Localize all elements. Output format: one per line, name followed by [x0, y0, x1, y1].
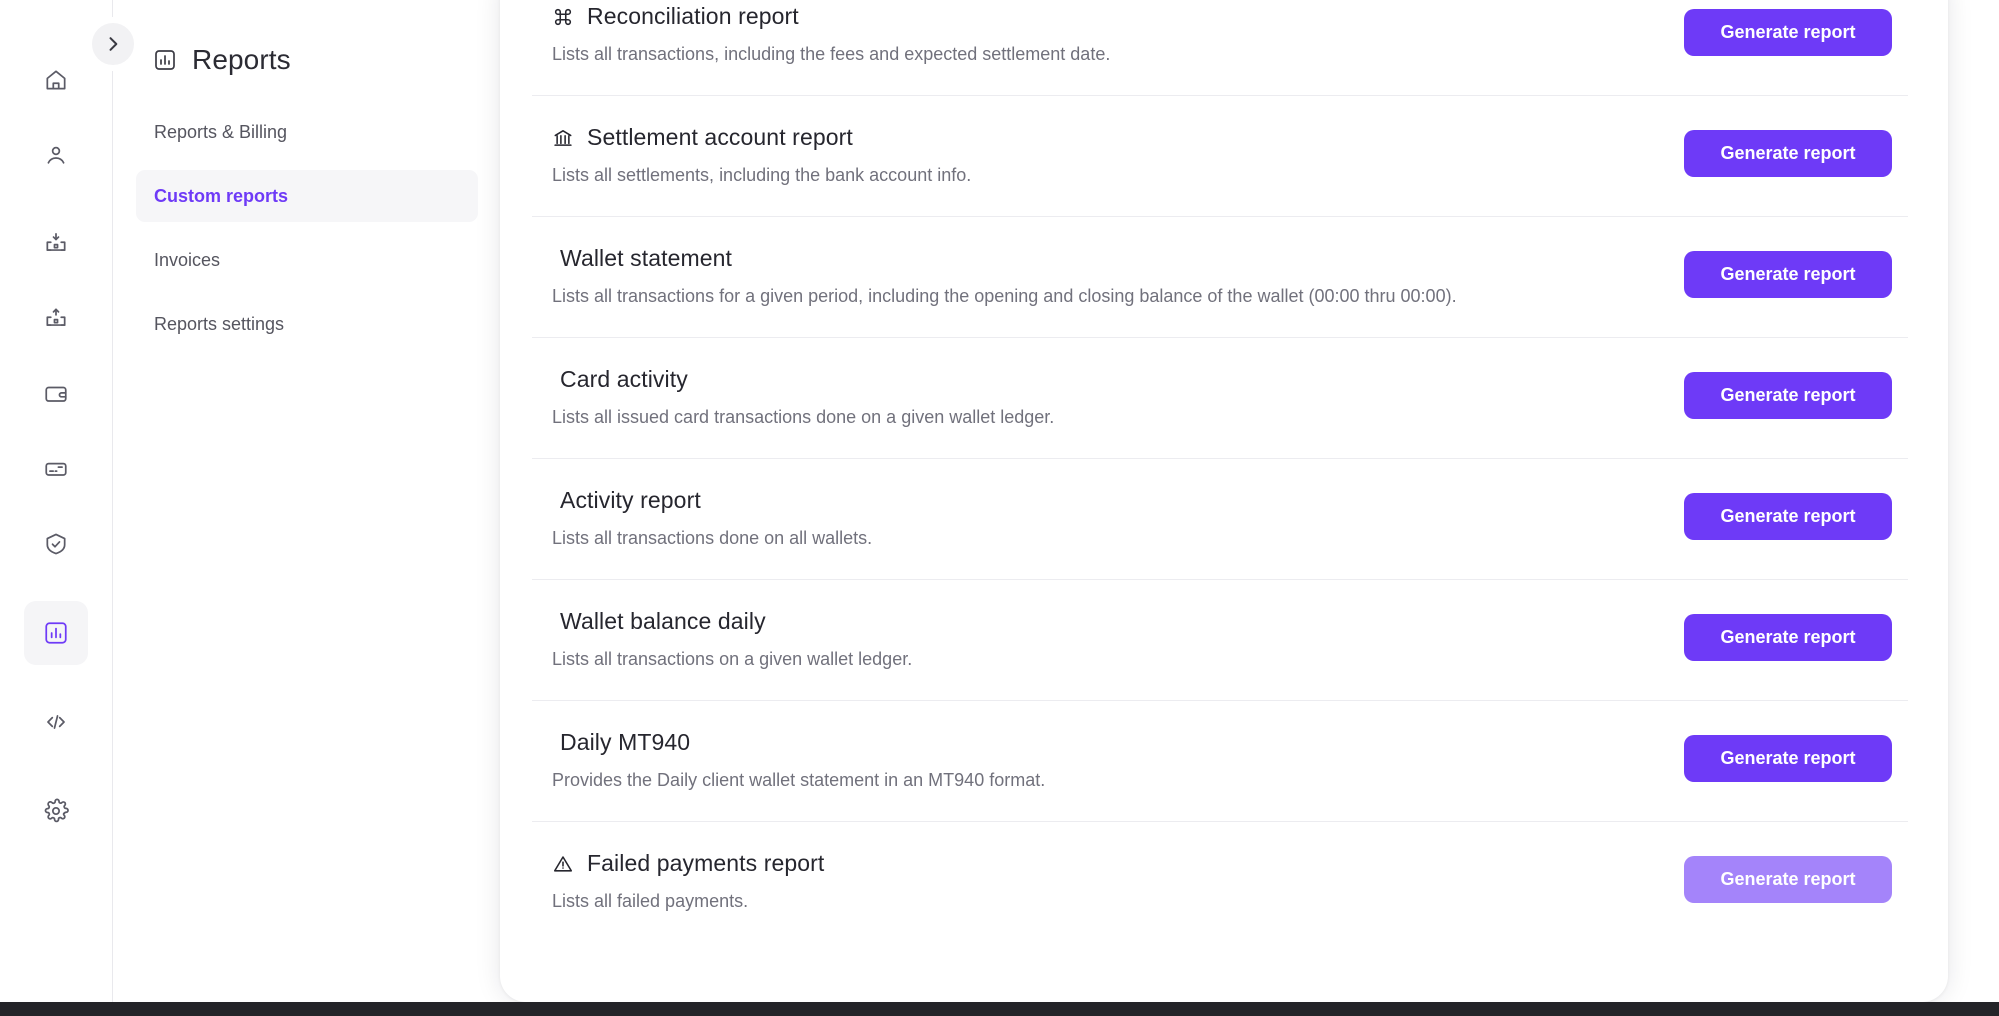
wallet-icon — [43, 381, 69, 407]
page-title: Reports — [192, 44, 291, 76]
custom-reports-panel: Reconciliation report Lists all transacti… — [500, 0, 1948, 1002]
report-title: Reconciliation report — [587, 4, 799, 29]
report-title: Card activity — [552, 367, 688, 392]
subnav-header: Reports — [136, 44, 478, 76]
bank-icon — [552, 127, 574, 149]
app-root: Reports Reports & Billing Custom reports I… — [0, 0, 1999, 1016]
primary-icon-rail — [0, 0, 113, 1002]
report-row: Daily MT940 Provides the Daily client wal… — [532, 700, 1916, 821]
report-row-text: Reconciliation report Lists all transacti… — [552, 0, 1110, 67]
subnav-item-label: Custom reports — [154, 186, 288, 207]
report-description: Lists all failed payments. — [552, 889, 824, 913]
report-row-text: Wallet statement Lists all transactions f… — [552, 242, 1457, 309]
report-list: Reconciliation report Lists all transacti… — [500, 0, 1948, 942]
pay-in-icon — [43, 231, 69, 257]
rail-item-pay-ins[interactable] — [24, 212, 88, 276]
sidebar-collapse-button[interactable] — [91, 22, 135, 66]
report-description: Lists all transactions on a given wallet… — [552, 647, 912, 671]
report-title-line: Wallet balance daily — [552, 609, 912, 634]
code-icon — [43, 709, 69, 735]
reports-subnav: Reports Reports & Billing Custom reports I… — [114, 0, 500, 1002]
generate-report-button[interactable]: Generate report — [1684, 130, 1892, 177]
generate-report-button[interactable]: Generate report — [1684, 856, 1892, 903]
report-title: Failed payments report — [587, 851, 824, 876]
report-row-text: Card activity Lists all issued card trans… — [552, 363, 1054, 430]
rail-item-pay-outs[interactable] — [24, 287, 88, 351]
subnav-item-label: Invoices — [154, 250, 220, 271]
bar-chart-icon — [153, 48, 177, 72]
report-row: Activity report Lists all transactions do… — [532, 458, 1916, 579]
report-title-line: Wallet statement — [552, 246, 1457, 271]
bar-chart-icon — [43, 620, 69, 646]
report-title-line: Activity report — [552, 488, 872, 513]
report-row: Wallet balance daily Lists all transactio… — [532, 579, 1916, 700]
report-row-text: Failed payments report Lists all failed p… — [552, 847, 824, 914]
report-row: Reconciliation report Lists all transacti… — [532, 0, 1916, 95]
subnav-item-reports-settings[interactable]: Reports settings — [136, 298, 478, 350]
subnav-item-label: Reports & Billing — [154, 122, 287, 143]
rail-item-reports[interactable] — [24, 601, 88, 665]
report-title: Settlement account report — [587, 125, 853, 150]
subnav-item-custom-reports[interactable]: Custom reports — [136, 170, 478, 222]
bottom-strip — [0, 1002, 1999, 1016]
report-title: Wallet balance daily — [552, 609, 766, 634]
subnav-item-list: Reports & Billing Custom reports Invoices R… — [136, 106, 478, 350]
report-row-text: Wallet balance daily Lists all transactio… — [552, 605, 912, 672]
report-row-text: Settlement account report Lists all settl… — [552, 121, 971, 188]
warning-triangle-icon — [552, 853, 574, 875]
report-title: Daily MT940 — [552, 730, 690, 755]
report-title-line: Failed payments report — [552, 851, 824, 876]
generate-report-button[interactable]: Generate report — [1684, 614, 1892, 661]
rail-item-settings[interactable] — [24, 779, 88, 843]
report-description: Lists all transactions, including the fe… — [552, 42, 1110, 66]
subnav-item-reports-billing[interactable]: Reports & Billing — [136, 106, 478, 158]
report-title-line: Settlement account report — [552, 125, 971, 150]
rail-item-compliance[interactable] — [24, 512, 88, 576]
generate-report-button[interactable]: Generate report — [1684, 251, 1892, 298]
report-description: Lists all settlements, including the ban… — [552, 163, 971, 187]
report-title: Activity report — [552, 488, 701, 513]
report-title-line: Reconciliation report — [552, 4, 1110, 29]
rail-item-home[interactable] — [24, 48, 88, 112]
generate-report-button[interactable]: Generate report — [1684, 9, 1892, 56]
bank-icon — [552, 127, 574, 149]
rail-item-wallets[interactable] — [24, 362, 88, 426]
generate-report-button[interactable]: Generate report — [1684, 372, 1892, 419]
report-row-text: Activity report Lists all transactions do… — [552, 484, 872, 551]
report-row: Failed payments report Lists all failed p… — [532, 821, 1916, 942]
shield-check-icon — [43, 531, 69, 557]
report-row: Wallet statement Lists all transactions f… — [532, 216, 1916, 337]
report-title-line: Card activity — [552, 367, 1054, 392]
rail-item-developers[interactable] — [24, 690, 88, 754]
report-description: Lists all transactions for a given perio… — [552, 284, 1457, 308]
pay-out-icon — [43, 306, 69, 332]
report-row: Settlement account report Lists all settl… — [532, 95, 1916, 216]
subnav-item-invoices[interactable]: Invoices — [136, 234, 478, 286]
report-row: Card activity Lists all issued card trans… — [532, 337, 1916, 458]
home-icon — [43, 67, 69, 93]
warning-triangle-icon — [552, 853, 574, 875]
user-icon — [43, 142, 69, 168]
report-description: Lists all issued card transactions done … — [552, 405, 1054, 429]
chevron-right-icon — [103, 34, 123, 54]
generate-report-button[interactable]: Generate report — [1684, 493, 1892, 540]
card-icon — [43, 456, 69, 482]
rail-item-cards[interactable] — [24, 437, 88, 501]
report-row-text: Daily MT940 Provides the Daily client wal… — [552, 726, 1045, 793]
subnav-item-label: Reports settings — [154, 314, 284, 335]
rail-item-customers[interactable] — [24, 123, 88, 187]
report-description: Lists all transactions done on all walle… — [552, 526, 872, 550]
gear-icon — [43, 798, 69, 824]
command-loop-icon — [552, 6, 574, 28]
report-title: Wallet statement — [552, 246, 732, 271]
report-description: Provides the Daily client wallet stateme… — [552, 768, 1045, 792]
generate-report-button[interactable]: Generate report — [1684, 735, 1892, 782]
report-title-line: Daily MT940 — [552, 730, 1045, 755]
command-loop-icon — [552, 6, 574, 28]
